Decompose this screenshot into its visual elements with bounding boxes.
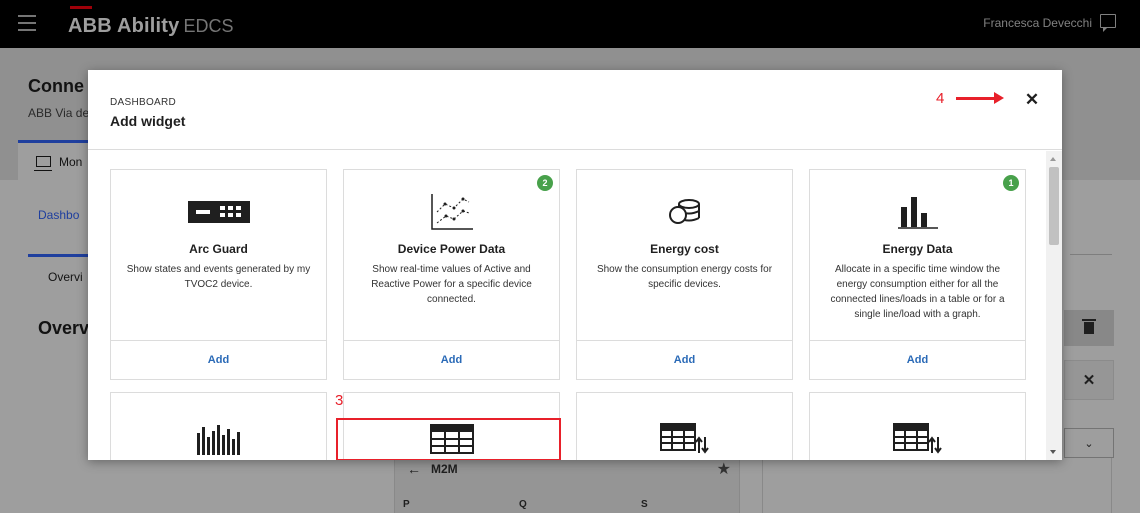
scroll-down-icon[interactable] (1050, 450, 1056, 454)
annotation-step-4: 4 (936, 90, 945, 107)
close-icon[interactable]: ✕ (1020, 88, 1044, 112)
scroll-up-icon[interactable] (1050, 157, 1056, 161)
widget-title: Energy cost (650, 242, 719, 256)
scroll-thumb[interactable] (1049, 167, 1059, 245)
add-energy-cost-button[interactable]: Add (577, 340, 792, 379)
table-sort-icon (577, 419, 792, 459)
widget-description: Show states and events generated by my T… (126, 264, 311, 290)
dialog-header: DASHBOARD Add widget 4 ✕ (88, 70, 1062, 150)
bar-chart-icon (810, 192, 1025, 232)
widget-title: Device Power Data (397, 242, 506, 256)
dialog-scrollbar[interactable] (1046, 151, 1062, 460)
histogram-icon (111, 419, 326, 459)
selection-count-badge: 2 (537, 175, 553, 191)
selection-count-badge: 1 (1003, 175, 1019, 191)
widget-description: Show the consumption energy costs for sp… (596, 264, 773, 290)
annotation-highlight (336, 418, 561, 460)
widget-description: Show real-time values of Active and Reac… (371, 264, 532, 305)
widget-card-device-power-data: 2 Device Power Data Show real-time value… (343, 169, 560, 380)
widget-description: Allocate in a specific time window the e… (830, 264, 1005, 320)
dialog-title: Add widget (110, 113, 186, 129)
table-sort-icon (810, 419, 1025, 459)
coins-icon (577, 192, 792, 232)
annotation-arrow (956, 92, 1004, 104)
widget-card (809, 392, 1026, 460)
arc-guard-icon (111, 192, 326, 232)
dialog-eyebrow: DASHBOARD (110, 97, 177, 108)
widget-card (110, 392, 327, 460)
widget-title: Energy Data (882, 242, 953, 256)
add-energy-data-button[interactable]: Add (810, 340, 1025, 379)
add-device-power-data-button[interactable]: Add (344, 340, 559, 379)
widget-grid: Arc Guard Show states and events generat… (88, 151, 1062, 460)
widget-card (576, 392, 793, 460)
widget-title: Arc Guard (189, 242, 248, 256)
line-chart-icon (344, 192, 559, 232)
add-arc-guard-button[interactable]: Add (111, 340, 326, 379)
widget-card-energy-data: 1 Energy Data Allocate in a specific tim… (809, 169, 1026, 380)
add-widget-dialog: DASHBOARD Add widget 4 ✕ Arc Guard Show … (88, 70, 1062, 460)
widget-card-arc-guard: Arc Guard Show states and events generat… (110, 169, 327, 380)
annotation-step-3: 3 (335, 392, 344, 409)
widget-card-energy-cost: Energy cost Show the consumption energy … (576, 169, 793, 380)
